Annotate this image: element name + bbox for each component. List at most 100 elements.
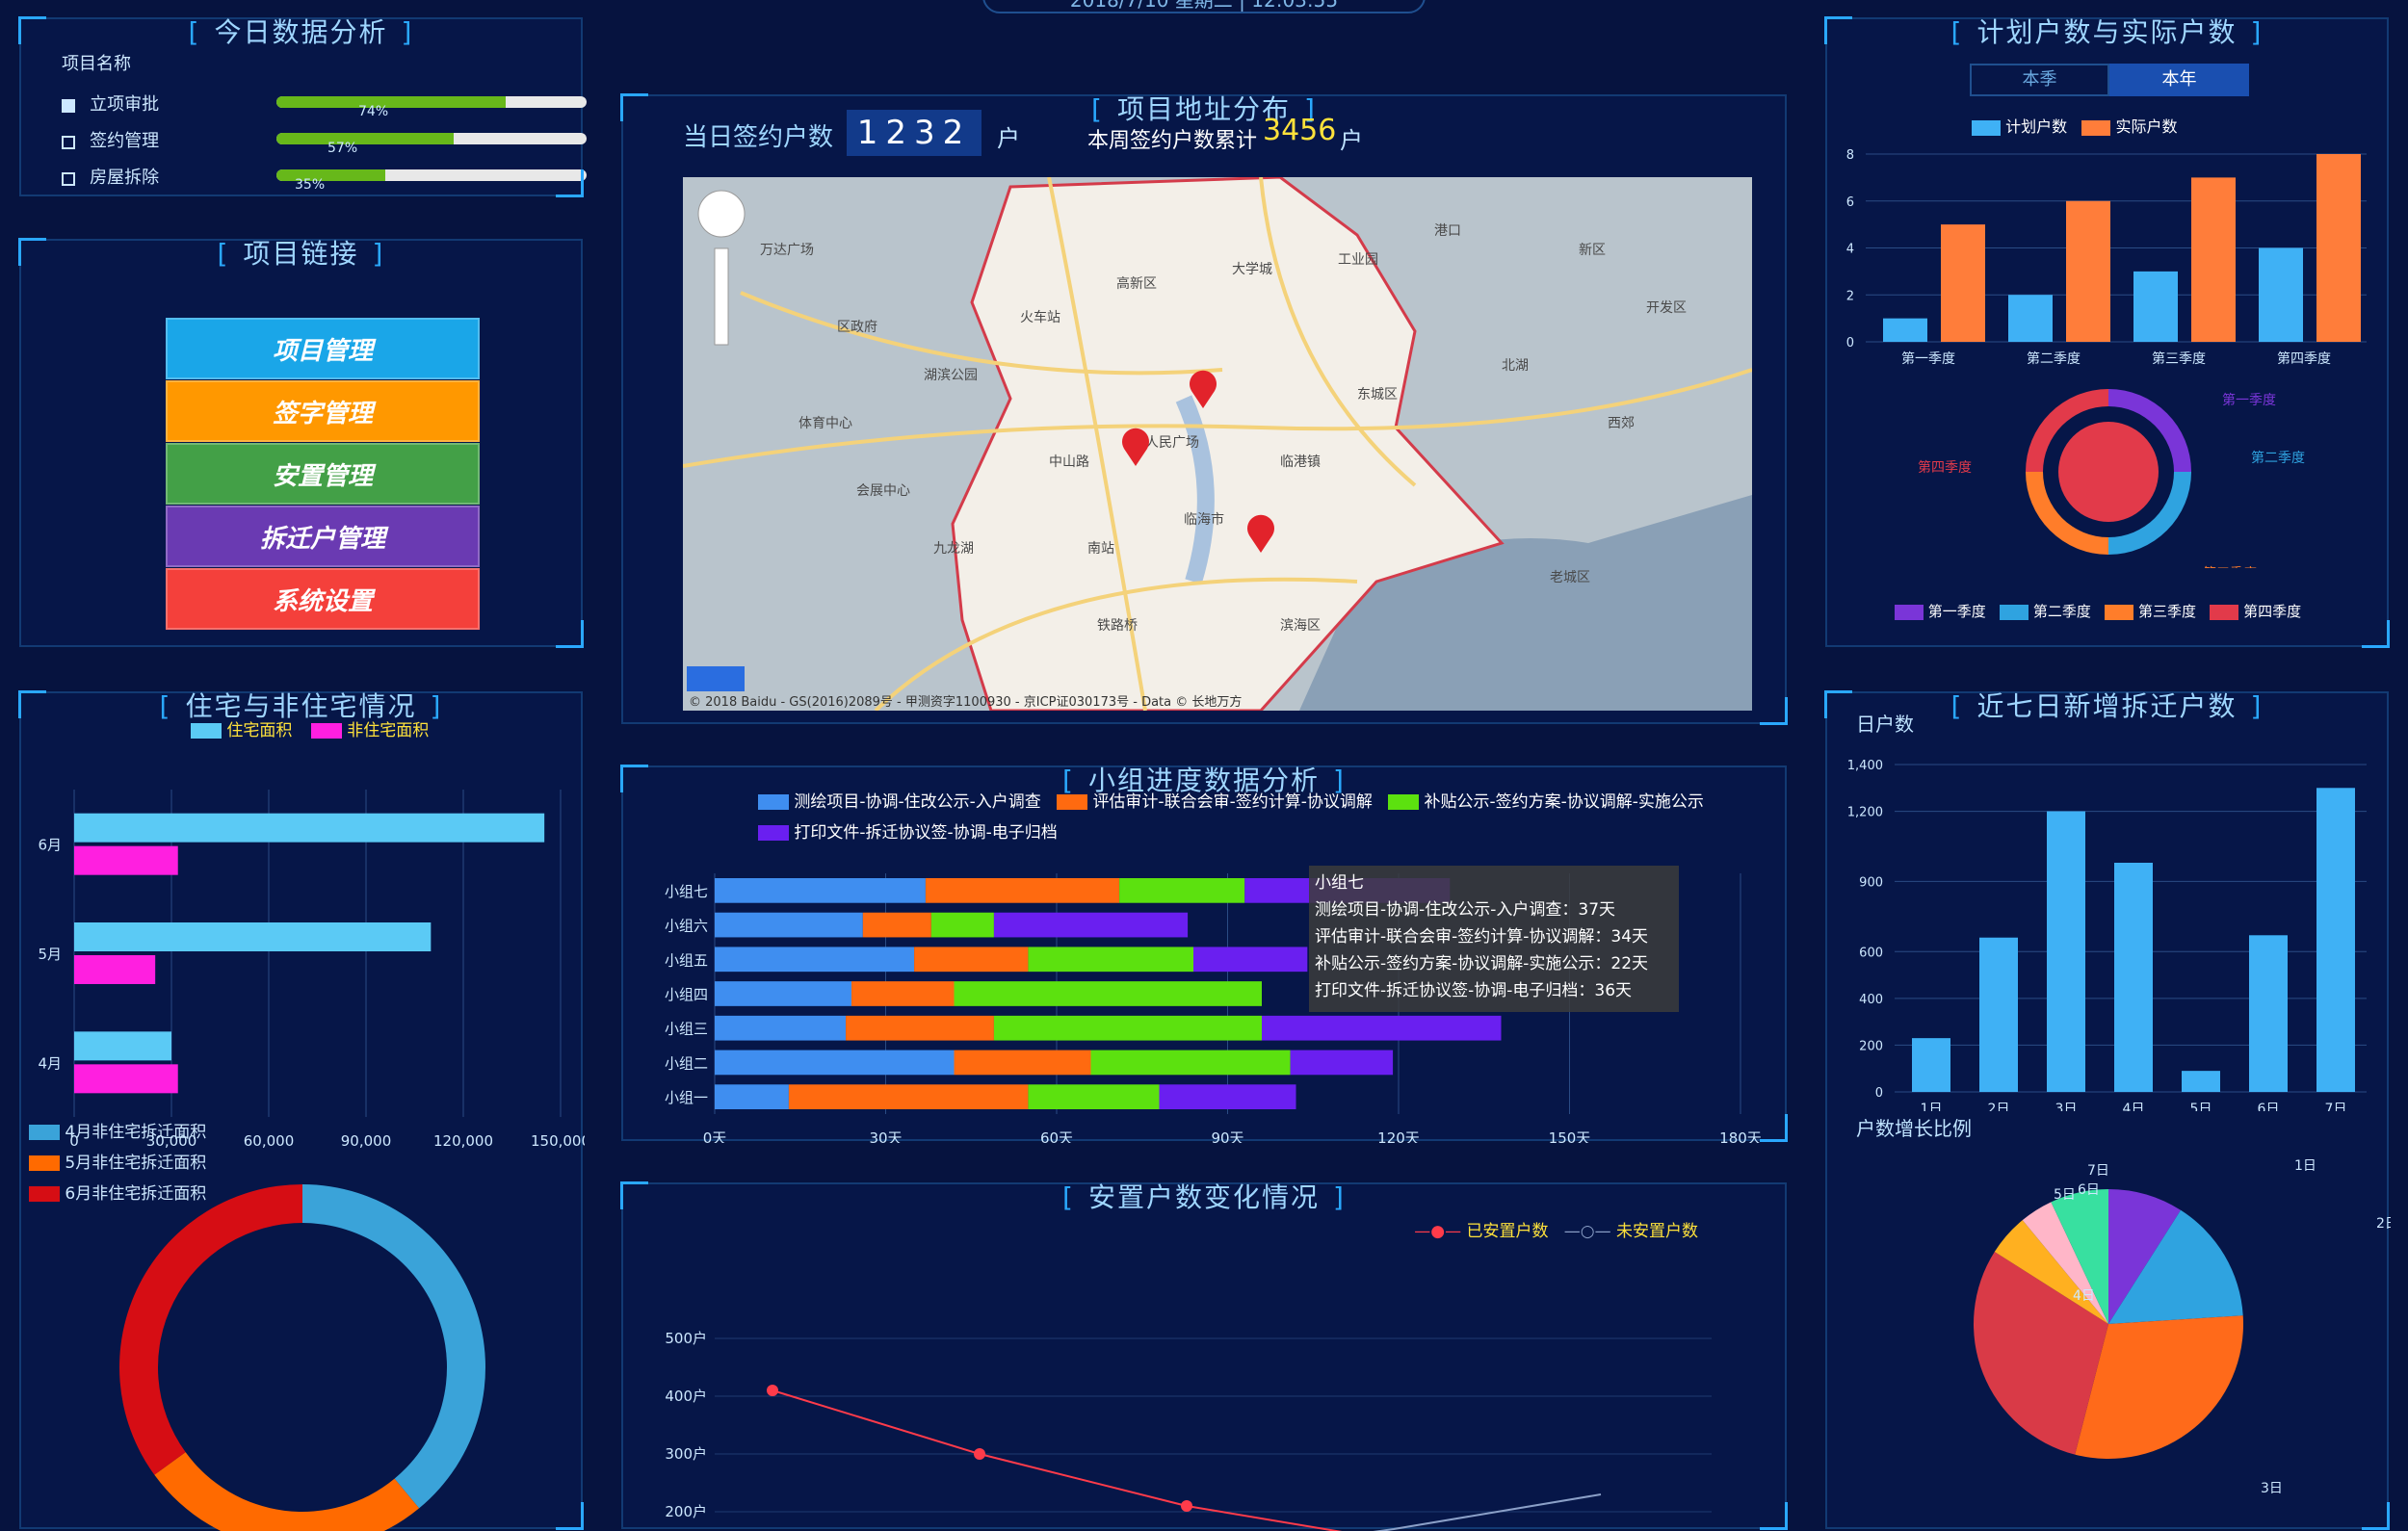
checkbox-icon[interactable] bbox=[62, 135, 75, 149]
x-tick-label: 150,000 bbox=[531, 1132, 585, 1150]
chart-tooltip: 小组七 测绘项目-协调-住改公示-入户调查：37天 评估审计-联合会审-签约计算… bbox=[1309, 866, 1679, 1012]
bar-segment bbox=[1090, 1050, 1291, 1076]
resettle-line-chart: 200户 300户 400户 500户 bbox=[665, 1330, 1712, 1531]
bar-segment bbox=[788, 1084, 1029, 1109]
planned-bar-chart: 0 2 4 6 8 第一季度 第二季度 第三季度 第四季度 bbox=[1846, 148, 2367, 366]
map-place-label: 港口 bbox=[1434, 223, 1461, 239]
legend-swatch bbox=[310, 723, 342, 739]
bar bbox=[2249, 935, 2288, 1092]
bar bbox=[1912, 1038, 1950, 1092]
legend-marker: —○— bbox=[1563, 1222, 1611, 1241]
bar-segment bbox=[914, 947, 1029, 973]
x-tick-label: 2日 bbox=[1988, 1102, 2010, 1111]
bar-segment bbox=[930, 912, 994, 938]
links-panel: [项目链接] 项目管理 签字管理 安置管理 拆迁户管理 系统设置 bbox=[18, 238, 584, 648]
signed-total-value: 3456 bbox=[1263, 114, 1337, 147]
bar-segment bbox=[954, 981, 1262, 1006]
sign-manage-button[interactable]: 签字管理 bbox=[166, 380, 480, 442]
map-place-label: 临海市 bbox=[1184, 511, 1224, 528]
map-place-label: 会展中心 bbox=[856, 483, 910, 499]
y-tick-label: 0 bbox=[1846, 336, 1854, 350]
legend-swatch bbox=[191, 723, 222, 739]
y-tick-label: 0 bbox=[1875, 1086, 1883, 1101]
x-tick-label: 120天 bbox=[1377, 1129, 1420, 1143]
bar-segment bbox=[715, 912, 863, 938]
y-tick-label: 小组三 bbox=[665, 1021, 708, 1038]
col-header: 项目名称 bbox=[62, 54, 131, 74]
legend-swatch bbox=[29, 1155, 60, 1171]
y-tick-label: 4月 bbox=[38, 1054, 62, 1072]
chart-subtitle: 户数增长比例 bbox=[1856, 1117, 1972, 1140]
x-tick-label: 7日 bbox=[2325, 1102, 2347, 1111]
bar bbox=[74, 813, 545, 843]
progress-label: 57% bbox=[327, 141, 358, 156]
bar bbox=[2114, 863, 2153, 1092]
map-place-label: 老城区 bbox=[1550, 570, 1590, 585]
progress-fill bbox=[276, 133, 454, 144]
tooltip-line: 补贴公示-签约方案-协议调解-实施公示：22天 bbox=[1315, 954, 1649, 973]
x-tick-label: 第三季度 bbox=[2152, 350, 2206, 366]
legend: —●— 已安置户数 —○— 未安置户数 bbox=[1414, 1222, 1698, 1241]
y-tick-label: 900 bbox=[1859, 875, 1883, 890]
bar bbox=[74, 955, 156, 984]
bar bbox=[2191, 177, 2236, 342]
tab-season[interactable]: 本季 bbox=[1970, 64, 2109, 96]
bar-segment bbox=[993, 1015, 1262, 1041]
x-tick-label: 1日 bbox=[1921, 1102, 1943, 1111]
bar-segment bbox=[1028, 1084, 1160, 1109]
system-settings-button[interactable]: 系统设置 bbox=[166, 568, 480, 630]
project-manage-button[interactable]: 项目管理 bbox=[166, 318, 480, 379]
pie-label: 2日 bbox=[2376, 1216, 2391, 1232]
residential-donut-chart bbox=[118, 1184, 486, 1531]
signed-today-label: 当日签约户数 bbox=[683, 123, 834, 152]
map-canvas[interactable]: 万达广场区政府湖滨公园 火车站 高新区 大学城 工业园 港口新区开发区体育中心会展中心九龙… bbox=[683, 177, 1752, 711]
tooltip-line: 评估审计-联合会审-签约计算-协议调解：34天 bbox=[1315, 927, 1649, 947]
map-place-label: 中山路 bbox=[1049, 454, 1089, 470]
progress-bar bbox=[276, 96, 587, 108]
household-manage-button[interactable]: 拆迁户管理 bbox=[166, 506, 480, 567]
unit-label: 户 bbox=[997, 125, 1020, 152]
planned-panel: [计划户数与实际户数] 本季 本年 计划户数 实际户数 0 2 4 6 8 第一季度 第二季… bbox=[1824, 16, 2390, 648]
tab-year[interactable]: 本年 bbox=[2109, 64, 2249, 96]
resettle-manage-button[interactable]: 安置管理 bbox=[166, 443, 480, 505]
x-tick-label: 60,000 bbox=[244, 1132, 295, 1150]
bar-segment bbox=[925, 878, 1120, 903]
y-tick-label: 8 bbox=[1846, 148, 1854, 163]
pie-label: 1日 bbox=[2294, 1158, 2316, 1174]
progress-fill bbox=[276, 169, 385, 181]
x-tick-label: 120,000 bbox=[433, 1132, 493, 1150]
y-tick-label: 小组四 bbox=[665, 986, 708, 1003]
map-zoom-slider bbox=[714, 247, 729, 346]
legend: 测绘项目-协调-住改公示-入户调查 评估审计-联合会审-签约计算-协议调解 补贴… bbox=[758, 787, 1721, 848]
seven-days-panel: [近七日新增拆迁户数] 日户数 0 200 400 600 900 1,200 1,400 1… bbox=[1824, 690, 2391, 1530]
resettle-panel: [安置户数变化情况] —●— 已安置户数 —○— 未安置户数 200户 300户 4… bbox=[620, 1181, 1788, 1531]
y-tick-label: 小组二 bbox=[665, 1054, 708, 1072]
y-tick-label: 200 bbox=[1859, 1039, 1883, 1053]
legend: 计划户数 实际户数 bbox=[1972, 114, 2177, 137]
map-pan-control bbox=[697, 190, 746, 238]
bar bbox=[2008, 295, 2053, 342]
pie-label: 7日 bbox=[2087, 1163, 2109, 1179]
map-place-label: 临港镇 bbox=[1280, 454, 1321, 470]
chart-subtitle: 日户数 bbox=[1856, 713, 1914, 736]
x-tick-label: 30天 bbox=[869, 1129, 902, 1143]
data-point bbox=[974, 1448, 985, 1460]
legend-swatch bbox=[2105, 604, 2134, 620]
progress-label: 35% bbox=[295, 177, 326, 193]
bar-segment bbox=[1028, 947, 1193, 973]
bar bbox=[1883, 318, 1927, 342]
x-tick-label: 第一季度 bbox=[1901, 350, 1955, 366]
bar-segment bbox=[715, 1050, 955, 1076]
tooltip-title: 小组七 bbox=[1315, 873, 1364, 893]
checkbox-icon[interactable] bbox=[62, 98, 75, 113]
y-tick-label: 400 bbox=[1859, 993, 1883, 1007]
bar-segment bbox=[1159, 1084, 1296, 1109]
donut-legend: 第一季度 第二季度 第三季度 第四季度 bbox=[1895, 601, 2301, 621]
bar bbox=[74, 1064, 178, 1094]
legend-marker: —●— bbox=[1414, 1222, 1462, 1241]
y-tick-label: 6月 bbox=[38, 837, 62, 854]
map-attribution: © 2018 Baidu - GS(2016)2089号 - 甲测资字11009… bbox=[689, 695, 1243, 710]
checkbox-icon[interactable] bbox=[62, 171, 75, 186]
bar-segment bbox=[715, 947, 915, 973]
pie-slice bbox=[154, 1452, 420, 1531]
